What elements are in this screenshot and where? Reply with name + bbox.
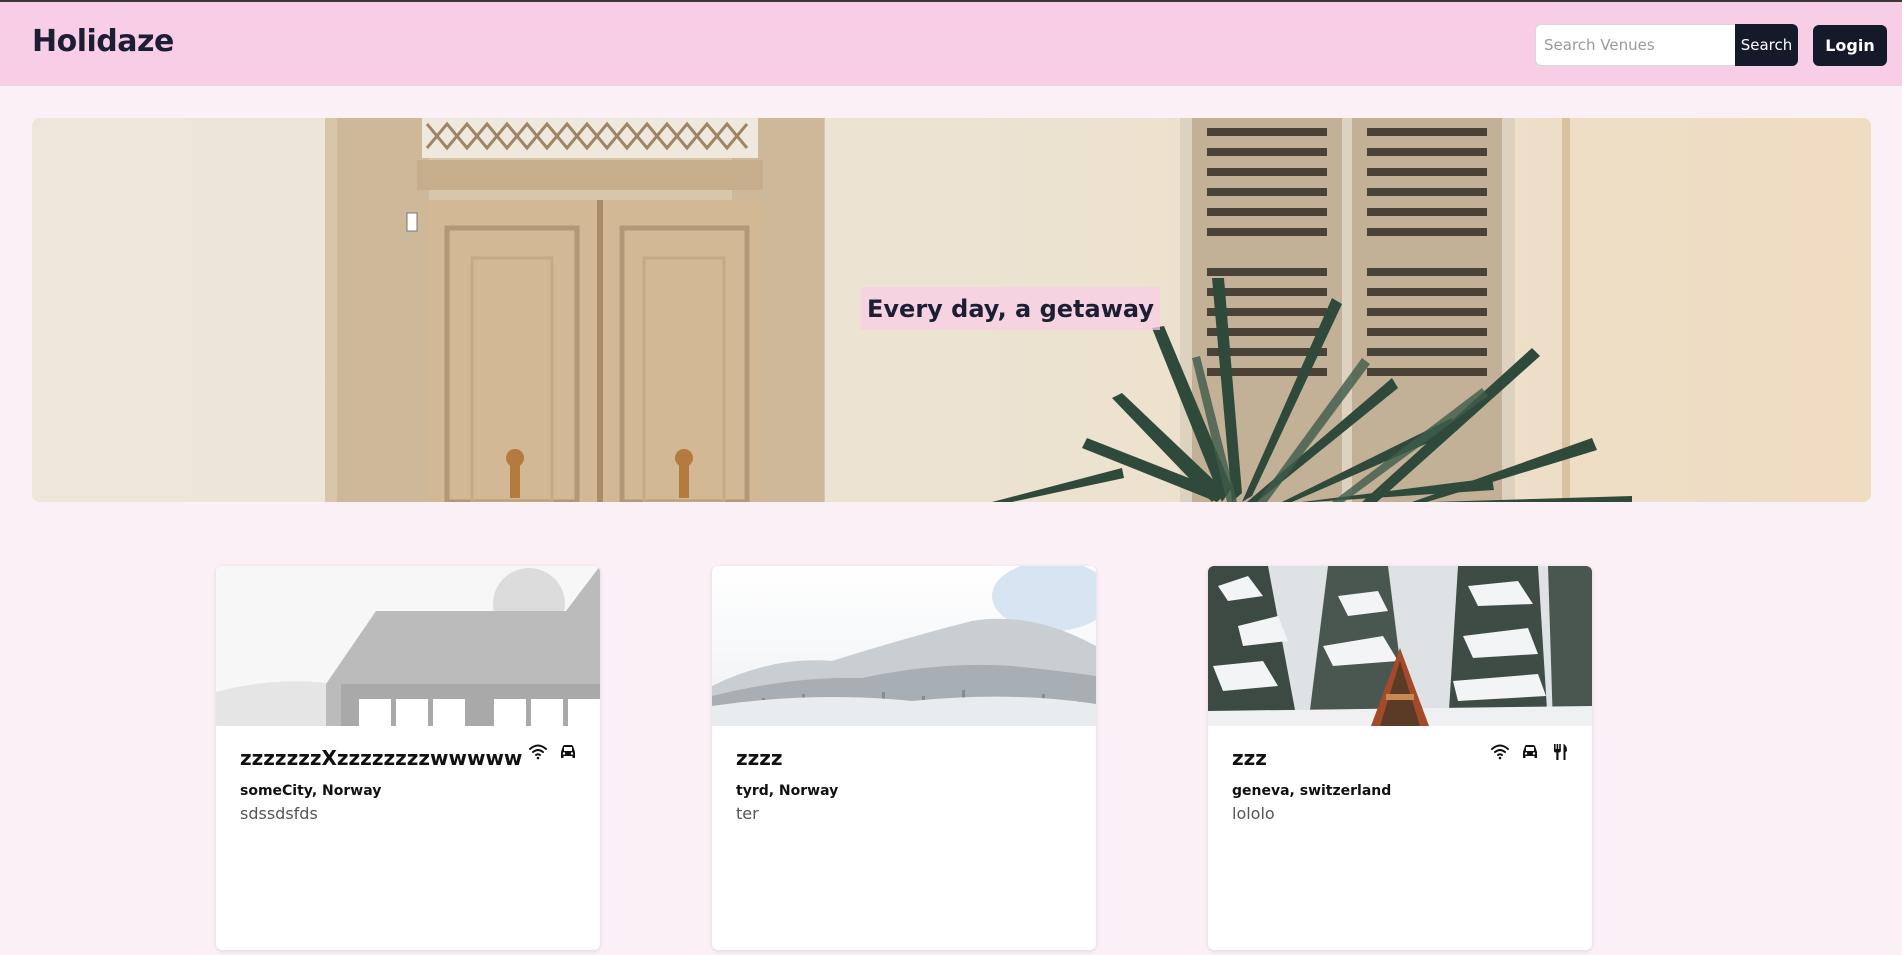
venue-description: ter xyxy=(736,804,759,823)
venue-card[interactable]: zzz geneva, switzerland lololo xyxy=(1208,566,1592,950)
venue-location: someCity, Norway xyxy=(240,783,382,799)
parking-icon xyxy=(1520,742,1540,762)
site-header: Holidaze Search Login xyxy=(0,2,1902,86)
search-button[interactable]: Search xyxy=(1735,24,1798,66)
hero-title: Every day, a getaway xyxy=(861,287,1160,330)
login-button[interactable]: Login xyxy=(1813,25,1887,66)
venue-description: sdssdsfds xyxy=(240,804,318,823)
restaurant-icon xyxy=(1550,742,1570,762)
venue-title: zzzz xyxy=(736,746,783,770)
venue-image xyxy=(1208,566,1592,726)
venue-card[interactable]: zzzzzzzXzzzzzzzzwwwww someCity, Norway s… xyxy=(216,566,600,950)
venue-image-placeholder xyxy=(216,566,600,726)
search-input[interactable] xyxy=(1535,24,1735,66)
search-form: Search xyxy=(1535,24,1798,66)
amenities xyxy=(1490,742,1570,762)
venue-card[interactable]: zzzz tyrd, Norway ter xyxy=(712,566,1096,950)
venue-location: tyrd, Norway xyxy=(736,783,839,799)
wifi-icon xyxy=(528,742,548,762)
wifi-icon xyxy=(1490,742,1510,762)
venue-title: zzz xyxy=(1232,746,1267,770)
venue-title: zzzzzzzXzzzzzzzzwwwww xyxy=(240,746,523,770)
brand-logo[interactable]: Holidaze xyxy=(32,24,174,59)
amenities xyxy=(528,742,578,762)
venue-description: lololo xyxy=(1232,804,1275,823)
venue-image xyxy=(712,566,1096,726)
venue-location: geneva, switzerland xyxy=(1232,783,1392,799)
parking-icon xyxy=(558,742,578,762)
hero-banner: Every day, a getaway xyxy=(32,118,1871,502)
